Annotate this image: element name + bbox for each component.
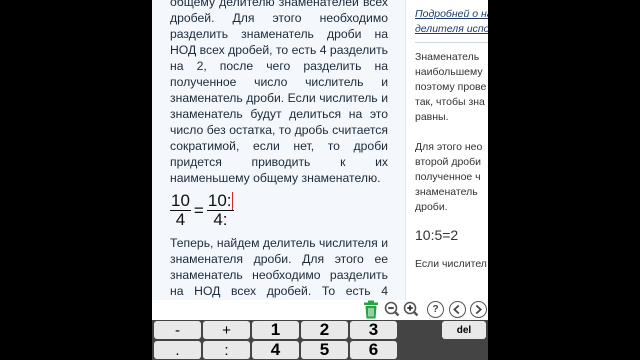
- fraction-right-denominator[interactable]: 4:: [212, 211, 228, 229]
- sidebar-line: второй дроби: [415, 156, 482, 168]
- sidebar-text: Знаменатель наибольшему поэтому прове та…: [415, 50, 488, 272]
- toolbar: ?: [152, 300, 488, 320]
- panel-divider: [405, 0, 406, 300]
- sidebar-line: Знаменатель: [415, 51, 480, 63]
- forward-icon[interactable]: [470, 301, 487, 318]
- key-1[interactable]: 1: [252, 320, 299, 339]
- help-icon-label: ?: [432, 304, 439, 315]
- sidebar-link-line-2: делителя испол: [415, 23, 488, 35]
- key-4[interactable]: 4: [252, 340, 299, 359]
- sidebar-link-line-1: Подробней о на: [415, 8, 488, 20]
- fraction-equation: 10 4 = 10: 4:: [170, 192, 388, 229]
- fraction-right-numerator[interactable]: 10:: [206, 191, 234, 211]
- help-icon[interactable]: ?: [427, 301, 444, 318]
- key-3[interactable]: 3: [350, 320, 397, 339]
- sidebar-line: так, чтобы зна: [415, 96, 485, 108]
- key-plus[interactable]: +: [203, 321, 250, 339]
- sidebar-link[interactable]: Подробней о на делителя испол: [415, 7, 488, 37]
- fraction-left-numerator: 10: [170, 191, 191, 211]
- key-minus[interactable]: -: [154, 321, 201, 339]
- zoom-in-icon[interactable]: [403, 301, 420, 318]
- sidebar-line: знаменатель: [415, 186, 478, 198]
- delete-key[interactable]: del: [442, 321, 486, 339]
- equals-sign: =: [193, 200, 204, 220]
- key-5[interactable]: 5: [301, 340, 348, 359]
- sidebar-line: Если числител: [415, 258, 487, 270]
- key-6[interactable]: 6: [350, 340, 397, 359]
- sidebar-line: Для этого нео: [415, 141, 483, 153]
- sidebar-panel: Подробней о на делителя испол Знаменател…: [415, 0, 488, 300]
- key-dot[interactable]: .: [154, 341, 201, 359]
- sidebar-line: наибольшему: [415, 66, 483, 78]
- sidebar-line: равны.: [415, 111, 449, 123]
- sidebar-line: поэтому прове: [415, 81, 487, 93]
- trash-icon[interactable]: [363, 300, 379, 319]
- article-content[interactable]: общему делителю знаменателей всех дробей…: [152, 0, 405, 300]
- article-text: общему делителю знаменателей всех дробей…: [170, 0, 388, 300]
- fraction-right-numerator-text: 10:: [207, 191, 232, 210]
- fraction-left: 10 4: [170, 192, 191, 229]
- zoom-out-icon[interactable]: [384, 301, 401, 318]
- app-window: общему делителю знаменателей всех дробей…: [152, 0, 488, 360]
- fraction-left-denominator: 4: [175, 210, 186, 229]
- sidebar-line: полученное ч: [415, 171, 481, 183]
- article-paragraph-1: общему делителю знаменателей всех дробей…: [170, 0, 388, 185]
- key-2[interactable]: 2: [301, 320, 348, 339]
- sidebar-separator: [415, 42, 488, 43]
- key-colon[interactable]: :: [203, 341, 250, 359]
- back-icon[interactable]: [449, 301, 466, 318]
- keypad: - + 1 2 3 . : 4 5 6 del: [152, 320, 488, 360]
- fraction-right[interactable]: 10: 4:: [206, 191, 234, 229]
- text-cursor: [231, 192, 233, 210]
- article-paragraph-2: Теперь, найдем делитель числителя и знам…: [170, 236, 388, 298]
- sidebar-equation: 10:5=2: [415, 227, 459, 243]
- sidebar-line: дроби.: [415, 201, 448, 213]
